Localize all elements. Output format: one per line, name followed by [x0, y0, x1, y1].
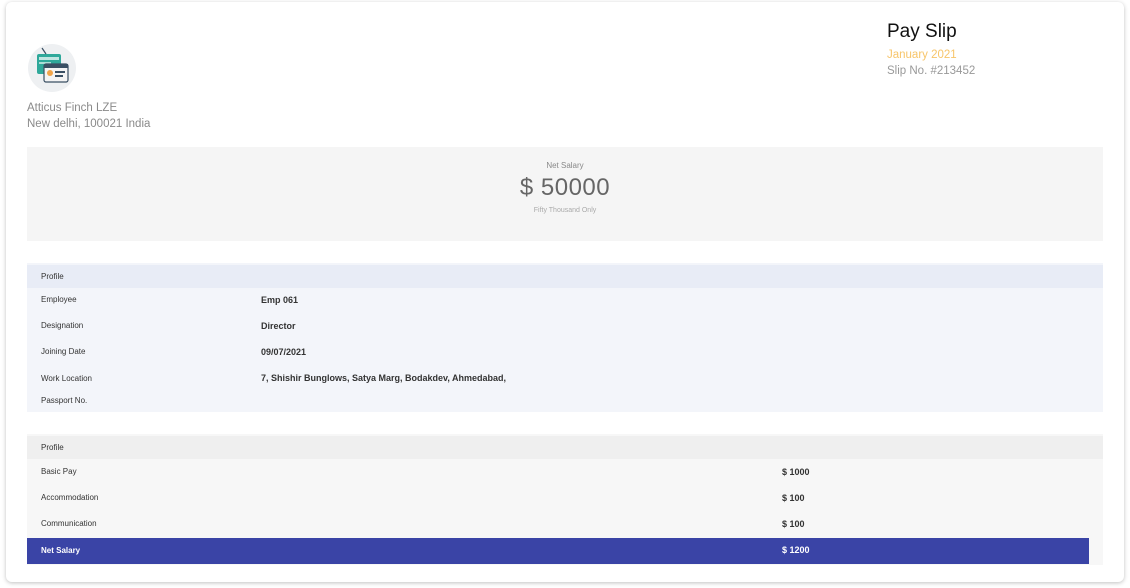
profile-table: Profile Employee Emp 061 Designation Dir… [27, 263, 1103, 412]
net-salary-amount: $ 50000 [519, 174, 611, 201]
earnings-table: Profile Basic Pay $ 1000 Accommodation $… [27, 434, 1103, 565]
row-value: 09/07/2021 [261, 347, 307, 357]
page-title: Pay Slip [887, 21, 957, 42]
row-label: Joining Date [41, 347, 86, 356]
row-label: Designation [41, 321, 84, 330]
earnings-table-heading: Profile [27, 436, 1103, 459]
row-value: $ 100 [782, 493, 805, 503]
pay-period: January 2021 [887, 49, 957, 61]
slip-number: Slip No. #213452 [887, 65, 976, 77]
title-block: Pay Slip January 2021 Slip No. #213452 [887, 20, 975, 79]
table-row: Passport No. [27, 392, 1103, 412]
net-salary-words: Fifty Thousand Only [533, 207, 597, 214]
row-label: Basic Pay [41, 467, 77, 476]
row-value: Director [261, 321, 296, 331]
row-value: Emp 061 [261, 295, 299, 305]
profile-table-heading: Profile [27, 265, 1103, 288]
company-name: Atticus Finch LZE [27, 102, 118, 114]
table-row: Work Location 7, Shishir Bunglows, Satya… [27, 366, 1103, 392]
row-label: Passport No. [41, 396, 88, 405]
net-salary-total-row: Net Salary $ 1200 [27, 538, 1089, 564]
table-row: Basic Pay $ 1000 [27, 459, 1103, 485]
payslip-card: Atticus Finch LZE New delhi, 100021 Indi… [6, 2, 1124, 582]
company-info: Atticus Finch LZE New delhi, 100021 Indi… [27, 100, 150, 132]
row-label: Work Location [41, 374, 92, 383]
net-salary-summary: Net Salary $ 50000 Fifty Thousand Only [27, 147, 1103, 241]
row-label: Employee [41, 295, 77, 304]
table-row: Designation Director [27, 314, 1103, 340]
table-row: Joining Date 09/07/2021 [27, 340, 1103, 366]
row-value: $ 100 [782, 519, 805, 529]
row-value: 7, Shishir Bunglows, Satya Marg, Bodakde… [261, 373, 507, 383]
payslip-logo-icon [27, 42, 77, 94]
total-value: $ 1200 [782, 545, 810, 555]
row-value: $ 1000 [782, 467, 810, 477]
company-address: New delhi, 100021 India [27, 118, 151, 130]
row-label: Accommodation [41, 493, 99, 502]
table-row: Employee Emp 061 [27, 288, 1103, 314]
table-row: Accommodation $ 100 [27, 485, 1103, 511]
total-label: Net Salary [41, 546, 81, 555]
net-salary-label: Net Salary [546, 161, 584, 170]
row-label: Communication [41, 519, 97, 528]
table-row: Communication $ 100 [27, 511, 1103, 537]
